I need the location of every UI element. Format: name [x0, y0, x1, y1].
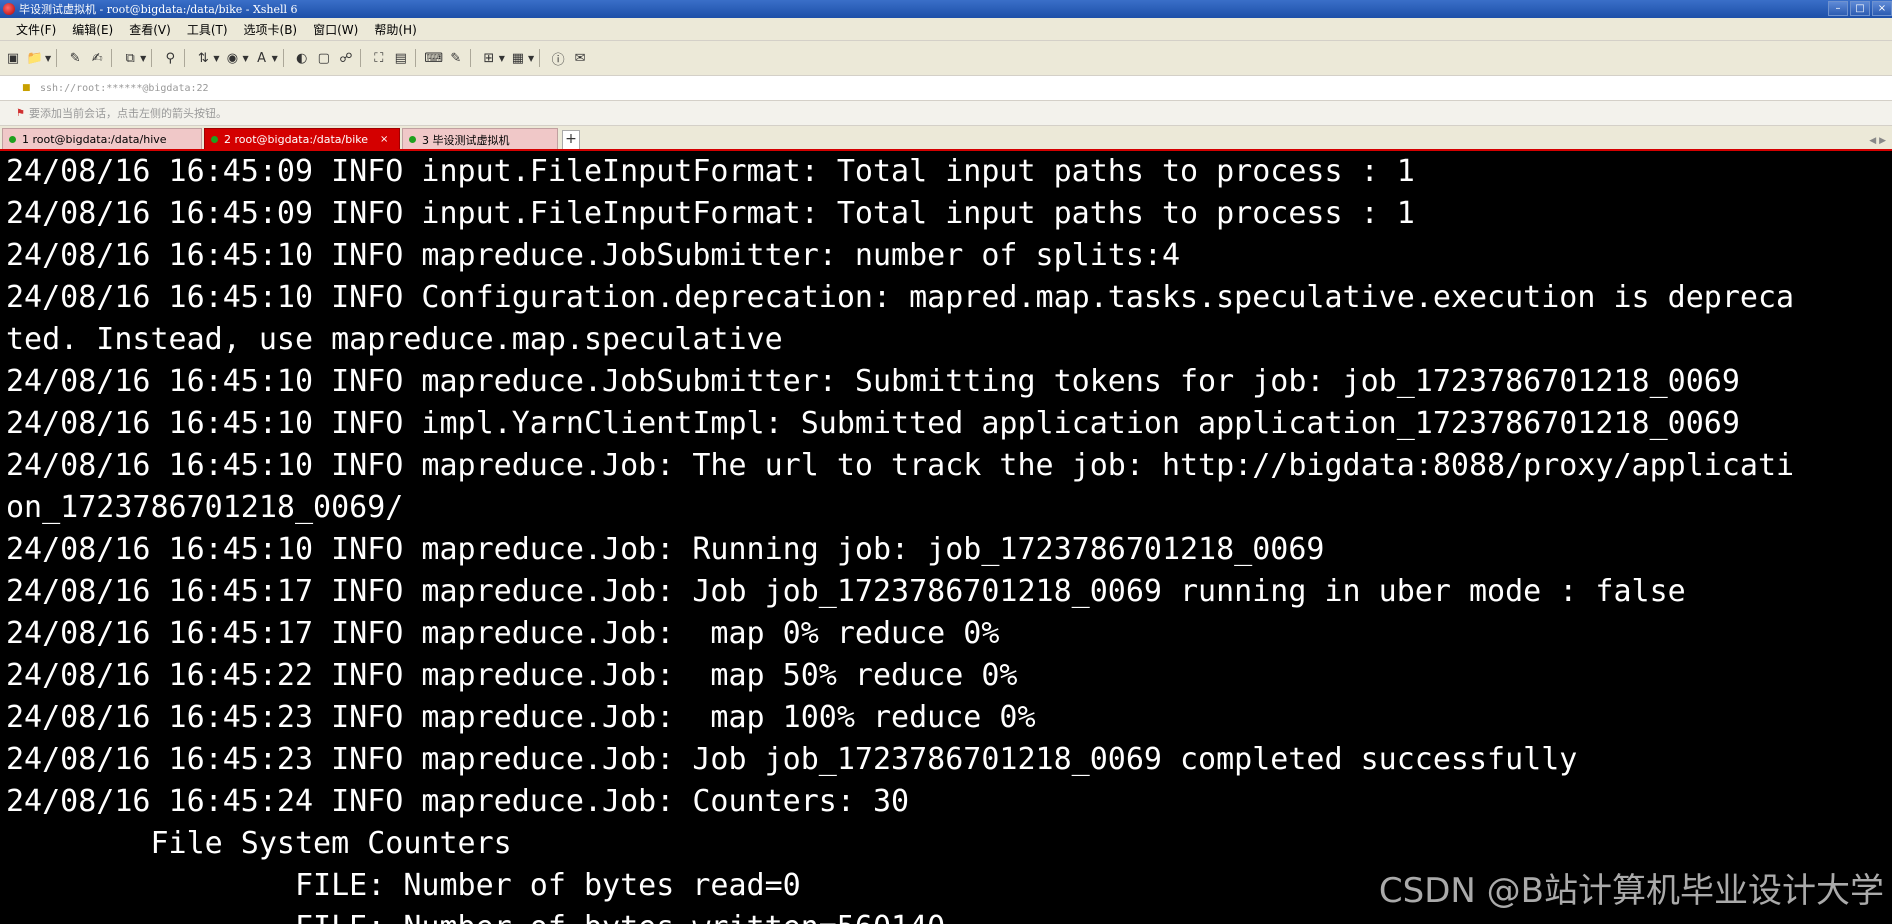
connected-status-icon: [409, 136, 416, 143]
bookmark-arrow-icon[interactable]: ⚑: [16, 108, 25, 119]
window-title: 毕设测试虚拟机 - root@bigdata:/data/bike - Xshe…: [19, 3, 298, 16]
lock-icon: ■: [22, 83, 31, 93]
terminal-line: 24/08/16 16:45:17 INFO mapreduce.Job: Jo…: [6, 574, 1686, 609]
add-icon[interactable]: ⊞: [480, 49, 498, 67]
tab-session-2[interactable]: 2 root@bigdata:/data/bike ×: [204, 128, 400, 150]
font-icon[interactable]: A: [253, 49, 271, 67]
terminal-line: 24/08/16 16:45:17 INFO mapreduce.Job: ma…: [6, 616, 1000, 651]
toolbar-divider: [184, 49, 186, 67]
chevron-down-icon[interactable]: ▼: [242, 54, 248, 63]
chevron-down-icon[interactable]: ▼: [213, 54, 219, 63]
menu-tab[interactable]: 选项卡(B): [236, 21, 306, 38]
toolbar-divider: [469, 49, 471, 67]
tab-session-3[interactable]: 3 毕设测试虚拟机: [402, 128, 558, 150]
csdn-watermark: CSDN @B站计算机毕业设计大学: [1378, 871, 1884, 911]
disconnect-icon[interactable]: ✍: [88, 49, 106, 67]
new-window-icon[interactable]: ⧉: [121, 49, 139, 67]
toolbar-divider: [359, 49, 361, 67]
reconnect-icon[interactable]: ✎: [66, 49, 84, 67]
toolbar-divider: [282, 49, 284, 67]
terminal-line: 24/08/16 16:45:24 INFO mapreduce.Job: Co…: [6, 784, 910, 819]
terminal-line: ted. Instead, use mapreduce.map.speculat…: [6, 322, 783, 357]
menu-bar: 文件(F) 编辑(E) 查看(V) 工具(T) 选项卡(B) 窗口(W) 帮助(…: [0, 18, 1892, 41]
tab-scroll-icon[interactable]: ◀ ▶: [1869, 136, 1886, 146]
menu-view[interactable]: 查看(V): [121, 21, 179, 38]
terminal-line: File System Counters: [6, 826, 512, 861]
terminal-line: 24/08/16 16:45:10 INFO mapreduce.Job: Th…: [6, 448, 1795, 483]
new-tab-button[interactable]: +: [562, 130, 580, 150]
help-icon[interactable]: ⓘ: [549, 49, 567, 68]
color-scheme-icon[interactable]: ◐: [293, 49, 311, 67]
terminal-line: 24/08/16 16:45:09 INFO input.FileInputFo…: [6, 196, 1415, 231]
address-text: ssh://root:******@bigdata:22: [40, 82, 209, 94]
transfer-icon[interactable]: ⇅: [194, 49, 212, 67]
minimize-icon[interactable]: –: [1828, 1, 1848, 16]
fullscreen-icon[interactable]: ⛶: [370, 49, 388, 67]
menu-help[interactable]: 帮助(H): [366, 21, 424, 38]
window-controls: – □ ×: [1828, 1, 1892, 16]
session-hint-bar: ⚑ 要添加当前会话，点击左侧的箭头按钮。: [0, 101, 1892, 126]
find-icon[interactable]: ⚲: [161, 49, 179, 67]
chat-icon[interactable]: ✉: [571, 49, 589, 67]
menu-edit[interactable]: 编辑(E): [64, 21, 121, 38]
toolbar-divider: [539, 49, 541, 67]
menu-window[interactable]: 窗口(W): [305, 21, 366, 38]
hint-text: 要添加当前会话，点击左侧的箭头按钮。: [28, 107, 227, 120]
terminal-line: on_1723786701218_0069/: [6, 490, 404, 525]
menu-file[interactable]: 文件(F): [8, 21, 64, 38]
terminal-line: 24/08/16 16:45:10 INFO mapreduce.JobSubm…: [6, 238, 1180, 273]
chevron-down-icon[interactable]: ▼: [45, 54, 51, 63]
chevron-down-icon[interactable]: ▼: [140, 54, 146, 63]
menu-tools[interactable]: 工具(T): [179, 21, 236, 38]
open-folder-icon[interactable]: 📁: [26, 49, 44, 67]
chevron-down-icon[interactable]: ▼: [499, 54, 505, 63]
terminal-output[interactable]: 24/08/16 16:45:09 INFO input.FileInputFo…: [0, 151, 1892, 924]
toolbar-divider: [111, 49, 113, 67]
terminal-line: 24/08/16 16:45:22 INFO mapreduce.Job: ma…: [6, 658, 1018, 693]
compose-icon[interactable]: ✎: [447, 49, 465, 67]
terminal-line: 24/08/16 16:45:09 INFO input.FileInputFo…: [6, 154, 1415, 189]
chevron-down-icon[interactable]: ▼: [528, 54, 534, 63]
address-bar[interactable]: ■ ssh://root:******@bigdata:22: [0, 76, 1892, 101]
keyboard-icon[interactable]: ⌨: [424, 49, 443, 67]
globe-icon[interactable]: ◉: [223, 49, 241, 67]
lock-icon[interactable]: ☍: [337, 49, 355, 67]
connected-status-icon: [9, 136, 16, 143]
terminal-line: FILE: Number of bytes read=0: [6, 868, 801, 903]
new-session-icon[interactable]: ▣: [4, 49, 22, 67]
terminal-line: 24/08/16 16:45:10 INFO mapreduce.Job: Ru…: [6, 532, 1325, 567]
tab-session-1[interactable]: 1 root@bigdata:/data/hive: [2, 128, 202, 150]
connected-status-icon: [211, 136, 218, 143]
tab-bar: 1 root@bigdata:/data/hive 2 root@bigdata…: [0, 126, 1892, 150]
chevron-down-icon[interactable]: ▼: [272, 54, 278, 63]
tab-label: 2 root@bigdata:/data/bike: [224, 133, 369, 146]
split-icon[interactable]: ▤: [392, 49, 410, 67]
xshell-app-icon: [3, 3, 15, 15]
close-icon[interactable]: ×: [1872, 1, 1892, 16]
screenshot-icon[interactable]: ▢: [315, 49, 333, 67]
terminal-line: 24/08/16 16:45:10 INFO impl.YarnClientIm…: [6, 406, 1740, 441]
close-tab-icon[interactable]: ×: [380, 134, 388, 145]
xshell-window: 毕设测试虚拟机 - root@bigdata:/data/bike - Xshe…: [0, 0, 1892, 924]
maximize-icon[interactable]: □: [1850, 1, 1870, 16]
toolbar-divider: [414, 49, 416, 67]
terminal-line: FILE: Number of bytes written=560140: [6, 907, 945, 924]
terminal-line: 24/08/16 16:45:10 INFO Configuration.dep…: [6, 280, 1795, 315]
toolbar-divider: [56, 49, 58, 67]
toolbar: ▣ 📁 ▼ ✎ ✍ ⧉ ▼ ⚲ ⇅ ▼ ◉ ▼ A ▼ ◐ ▢ ☍ ⛶ ▤ ⌨ …: [0, 41, 1892, 76]
toolbar-divider: [151, 49, 153, 67]
layout-icon[interactable]: ▦: [509, 49, 527, 67]
terminal-line: 24/08/16 16:45:10 INFO mapreduce.JobSubm…: [6, 364, 1740, 399]
tab-label: 1 root@bigdata:/data/hive: [22, 133, 167, 146]
title-bar: 毕设测试虚拟机 - root@bigdata:/data/bike - Xshe…: [0, 0, 1892, 18]
terminal-line: 24/08/16 16:45:23 INFO mapreduce.Job: Jo…: [6, 742, 1578, 777]
terminal-line: 24/08/16 16:45:23 INFO mapreduce.Job: ma…: [6, 700, 1036, 735]
tab-label: 3 毕设测试虚拟机: [422, 133, 510, 147]
